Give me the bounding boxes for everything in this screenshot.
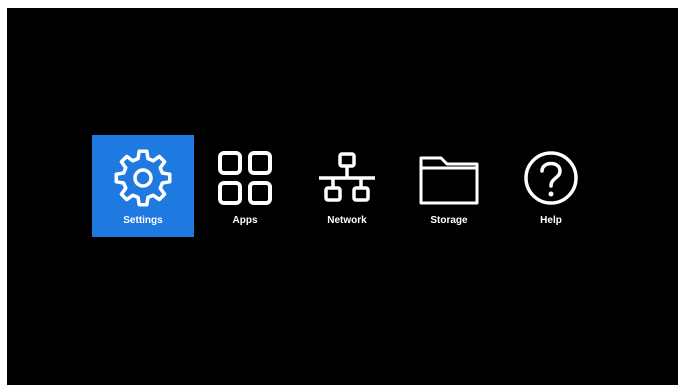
menu-item-apps[interactable]: Apps xyxy=(194,135,296,237)
home-screen: Settings Apps Network Storage Help xyxy=(7,8,678,385)
folder-icon xyxy=(419,148,479,208)
menu-item-help[interactable]: Help xyxy=(500,135,602,237)
menu-item-label: Apps xyxy=(232,215,258,226)
menu-item-label: Network xyxy=(327,215,367,226)
menu-item-network[interactable]: Network xyxy=(296,135,398,237)
main-menu: Settings Apps Network Storage Help xyxy=(92,135,602,237)
help-icon xyxy=(521,148,581,208)
gear-icon xyxy=(113,148,173,208)
menu-item-label: Settings xyxy=(123,215,163,226)
apps-grid-icon xyxy=(215,148,275,208)
menu-item-storage[interactable]: Storage xyxy=(398,135,500,237)
network-icon xyxy=(317,148,377,208)
menu-item-label: Storage xyxy=(430,215,468,226)
menu-item-settings[interactable]: Settings xyxy=(92,135,194,237)
menu-item-label: Help xyxy=(540,215,562,226)
